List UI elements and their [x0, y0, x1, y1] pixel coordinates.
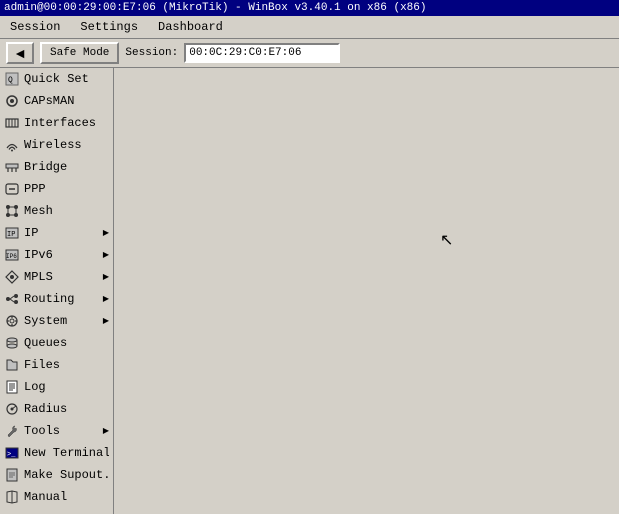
sidebar-item-ppp[interactable]: PPP	[0, 178, 113, 200]
main-container: Q Quick Set CAPsMAN	[0, 68, 619, 514]
toolbar: ◄ Safe Mode Session:	[0, 39, 619, 68]
sidebar-item-label: IP	[24, 226, 101, 240]
svg-text:>_: >_	[7, 451, 16, 459]
queues-icon	[4, 335, 20, 351]
sidebar-item-capsman[interactable]: CAPsMAN	[0, 90, 113, 112]
routing-icon	[4, 291, 20, 307]
ip-arrow: ▶	[103, 228, 109, 238]
safe-mode-button[interactable]: Safe Mode	[40, 42, 119, 64]
system-icon	[4, 313, 20, 329]
sidebar-item-bridge[interactable]: Bridge	[0, 156, 113, 178]
menu-bar: Session Settings Dashboard	[0, 16, 619, 39]
menu-dashboard[interactable]: Dashboard	[152, 18, 229, 36]
sidebar-item-label: Interfaces	[24, 116, 109, 130]
sidebar-item-system[interactable]: System ▶	[0, 310, 113, 332]
sidebar-item-tools[interactable]: Tools ▶	[0, 420, 113, 442]
interfaces-icon	[4, 115, 20, 131]
sidebar-item-label: Quick Set	[24, 72, 109, 86]
title-bar: admin@00:00:29:00:E7:06 (MikroTik) - Win…	[0, 0, 619, 16]
system-arrow: ▶	[103, 316, 109, 326]
sidebar-item-files[interactable]: Files	[0, 354, 113, 376]
tools-icon	[4, 423, 20, 439]
menu-settings[interactable]: Settings	[74, 18, 144, 36]
sidebar: Q Quick Set CAPsMAN	[0, 68, 114, 514]
sidebar-item-manual[interactable]: Manual	[0, 486, 113, 508]
sidebar-item-label: CAPsMAN	[24, 94, 109, 108]
sidebar-item-quick-set[interactable]: Q Quick Set	[0, 68, 113, 90]
svg-text:IP6: IP6	[6, 253, 17, 260]
mpls-arrow: ▶	[103, 272, 109, 282]
radius-icon	[4, 401, 20, 417]
svg-text:Q: Q	[8, 76, 13, 85]
sidebar-item-label: New Terminal	[24, 446, 109, 460]
back-button[interactable]: ◄	[6, 42, 34, 64]
sidebar-item-label: Log	[24, 380, 109, 394]
ip-icon: IP	[4, 225, 20, 241]
mesh-icon	[4, 203, 20, 219]
sidebar-item-label: PPP	[24, 182, 109, 196]
sidebar-item-label: Tools	[24, 424, 101, 438]
sidebar-item-label: MPLS	[24, 270, 101, 284]
sidebar-item-queues[interactable]: Queues	[0, 332, 113, 354]
title-text: admin@00:00:29:00:E7:06 (MikroTik) - Win…	[4, 2, 426, 14]
sidebar-item-label: Routing	[24, 292, 101, 306]
sidebar-item-label: Queues	[24, 336, 109, 350]
tools-arrow: ▶	[103, 426, 109, 436]
sidebar-item-label: Wireless	[24, 138, 109, 152]
menu-session[interactable]: Session	[4, 18, 66, 36]
supout-icon	[4, 467, 20, 483]
sidebar-item-routing[interactable]: Routing ▶	[0, 288, 113, 310]
session-input[interactable]	[184, 43, 340, 63]
sidebar-item-mpls[interactable]: MPLS ▶	[0, 266, 113, 288]
sidebar-item-label: Make Supout.rif	[24, 468, 109, 482]
files-icon	[4, 357, 20, 373]
sidebar-item-label: Bridge	[24, 160, 109, 174]
quickset-icon: Q	[4, 71, 20, 87]
sidebar-item-label: Files	[24, 358, 109, 372]
back-icon: ◄	[13, 45, 27, 61]
session-label: Session:	[125, 47, 178, 59]
svg-text:IP: IP	[7, 231, 15, 239]
sidebar-item-label: Radius	[24, 402, 109, 416]
routing-arrow: ▶	[103, 294, 109, 304]
sidebar-item-label: System	[24, 314, 101, 328]
capsman-icon	[4, 93, 20, 109]
sidebar-item-ip[interactable]: IP IP ▶	[0, 222, 113, 244]
manual-icon	[4, 489, 20, 505]
sidebar-item-ipv6[interactable]: IP6 IPv6 ▶	[0, 244, 113, 266]
log-icon	[4, 379, 20, 395]
terminal-icon: >_	[4, 445, 20, 461]
ipv6-icon: IP6	[4, 247, 20, 263]
sidebar-item-label: Mesh	[24, 204, 109, 218]
bridge-icon	[4, 159, 20, 175]
sidebar-item-wireless[interactable]: Wireless	[0, 134, 113, 156]
sidebar-item-make-supout[interactable]: Make Supout.rif	[0, 464, 113, 486]
sidebar-item-mesh[interactable]: Mesh	[0, 200, 113, 222]
cursor: ↖	[440, 230, 453, 250]
sidebar-item-interfaces[interactable]: Interfaces	[0, 112, 113, 134]
mpls-icon	[4, 269, 20, 285]
ppp-icon	[4, 181, 20, 197]
wireless-icon	[4, 137, 20, 153]
sidebar-item-label: IPv6	[24, 248, 101, 262]
sidebar-item-radius[interactable]: Radius	[0, 398, 113, 420]
content-area: ↖	[114, 68, 619, 514]
ipv6-arrow: ▶	[103, 250, 109, 260]
sidebar-item-new-terminal[interactable]: >_ New Terminal	[0, 442, 113, 464]
sidebar-item-log[interactable]: Log	[0, 376, 113, 398]
